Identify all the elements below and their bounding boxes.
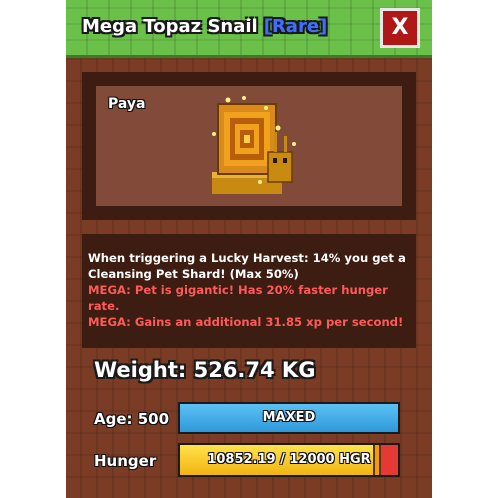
panel-header: Mega Topaz Snail [Rare] X: [66, 0, 432, 58]
ability-line-2: Cleansing Pet Shard! (Max 50%): [88, 267, 299, 281]
pet-description: When triggering a Lucky Harvest: 14% you…: [82, 234, 416, 348]
pet-title: Mega Topaz Snail [Rare]: [82, 16, 327, 37]
hunger-label: Hunger: [94, 452, 157, 470]
owner-name: Paya: [108, 96, 146, 112]
weight-stat: Weight: 526.74 KG: [94, 358, 316, 382]
pet-info-panel: Mega Topaz Snail [Rare] X Paya When trig…: [66, 0, 432, 498]
mega-line-1: MEGA: Pet is gigantic! Has 20% faster hu…: [88, 283, 388, 297]
age-bar-text: MAXED: [262, 410, 316, 425]
mega-line-3: MEGA: Gains an additional 31.85 xp per s…: [88, 315, 404, 329]
pet-preview: Paya: [96, 86, 402, 206]
age-bar: MAXED: [178, 402, 400, 434]
topaz-snail-icon: [212, 96, 296, 194]
pet-name: Mega Topaz Snail: [82, 16, 258, 37]
ability-line-1: When triggering a Lucky Harvest: 14% you…: [88, 251, 406, 265]
rarity-label: [Rare]: [263, 16, 328, 37]
close-button[interactable]: X: [380, 8, 420, 48]
hunger-bar-text: 10852.19 / 12000 HGR: [207, 452, 371, 467]
pet-preview-frame: Paya: [82, 72, 416, 220]
hunger-bar: 10852.19 / 12000 HGR: [178, 443, 400, 477]
age-label: Age: 500: [94, 410, 170, 428]
mega-line-2: rate.: [88, 299, 120, 313]
